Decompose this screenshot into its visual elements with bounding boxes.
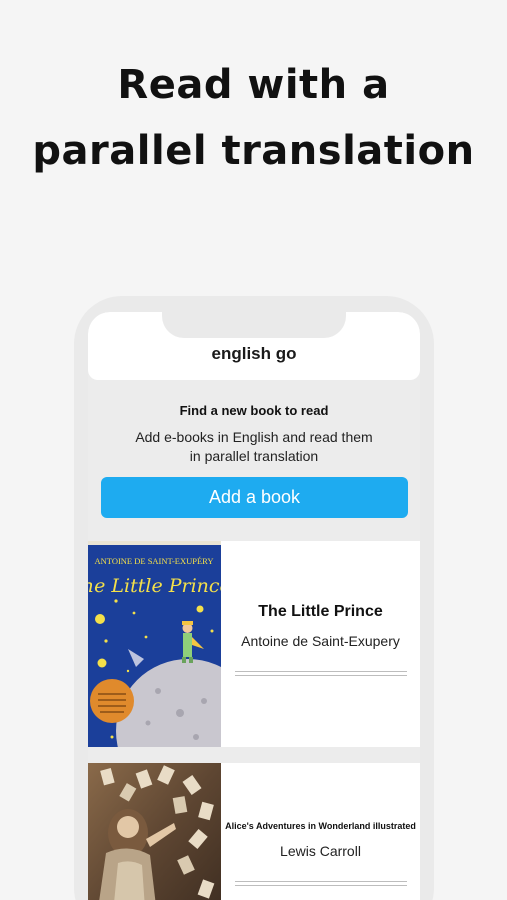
book-card-little-prince[interactable]: ANTOINE DE SAINT-EXUPÉRY The Little Prin… [88, 541, 420, 747]
phone-screen: english go Find a new book to read Add e… [88, 312, 420, 900]
little-prince-cover-art: ANTOINE DE SAINT-EXUPÉRY The Little Prin… [88, 541, 221, 747]
find-book-heading: Find a new book to read [179, 403, 329, 418]
description-line-2: in parallel translation [189, 448, 319, 464]
book-info: Alice's Adventures in Wonderland illustr… [221, 763, 420, 900]
headline-line-1: Read with a [117, 62, 390, 108]
book-author: Antoine de Saint-Exupery [241, 633, 400, 649]
book-cover-little-prince: ANTOINE DE SAINT-EXUPÉRY The Little Prin… [88, 541, 221, 747]
find-book-description: Add e-books in English and read them in … [108, 428, 400, 466]
promo-page: Read with a parallel translation english… [0, 0, 507, 900]
promo-headline: Read with a parallel translation [0, 52, 507, 184]
phone-notch [162, 312, 346, 338]
reading-progress-bar [235, 671, 407, 676]
reading-progress-bar [235, 881, 407, 886]
app-bar: english go [88, 312, 420, 380]
cover-title-text: The Little Prince [88, 575, 221, 597]
book-title: The Little Prince [258, 603, 383, 620]
cover-author-text: ANTOINE DE SAINT-EXUPÉRY [95, 556, 214, 566]
book-cover-alice [88, 763, 221, 900]
alice-cover-art [88, 763, 221, 900]
book-info: The Little Prince Antoine de Saint-Exupe… [221, 541, 420, 747]
book-card-alice[interactable]: Alice's Adventures in Wonderland illustr… [88, 763, 420, 900]
book-title: Alice's Adventures in Wonderland illustr… [225, 821, 416, 831]
app-title: english go [211, 344, 297, 363]
add-book-button[interactable]: Add a book [101, 477, 408, 518]
description-line-1: Add e-books in English and read them [135, 429, 373, 445]
book-author: Lewis Carroll [280, 843, 361, 859]
headline-line-2: parallel translation [32, 128, 475, 174]
